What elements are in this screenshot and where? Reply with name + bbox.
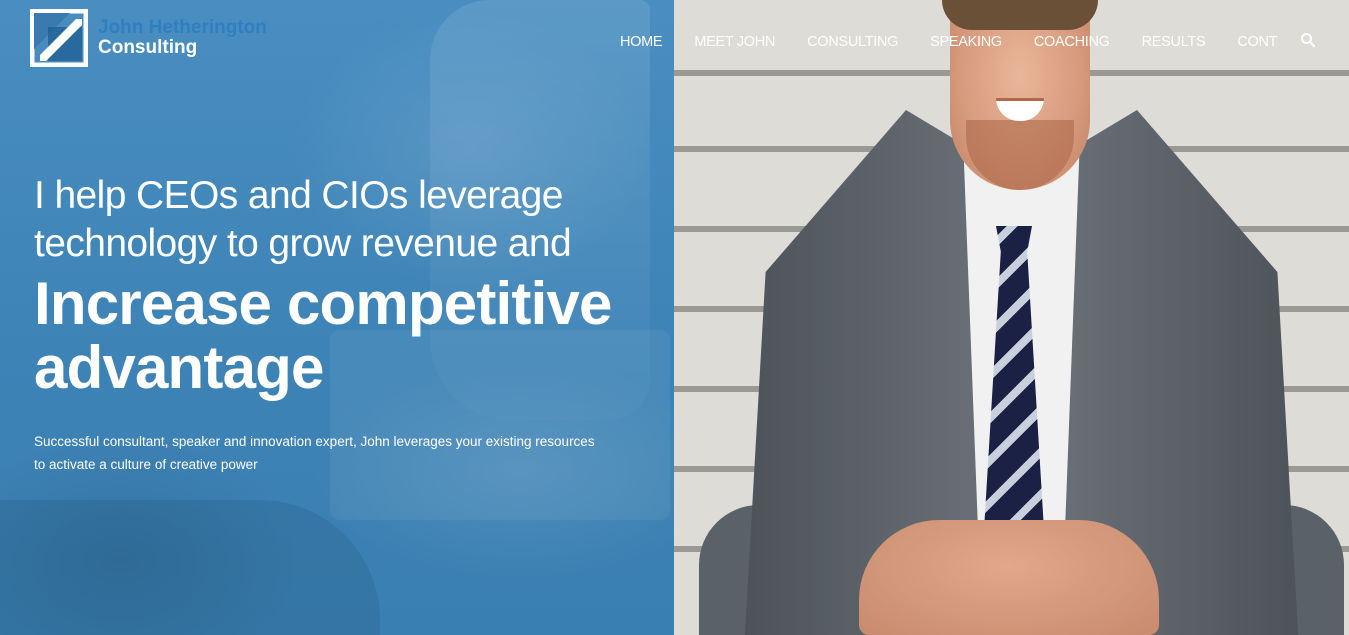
headline-line1: I help CEOs and CIOs leverage	[34, 174, 563, 217]
nav-item-coaching[interactable]: COACHING	[1034, 34, 1110, 50]
headline-bold-line1: Increase competitive	[34, 270, 612, 337]
brand-name-line2: Consulting	[98, 37, 198, 58]
subtext-line2: to activate a culture of creative power	[34, 457, 258, 472]
headline-line2: technology to grow revenue and	[34, 222, 572, 265]
hero-headline: I help CEOs and CIOs leverage technology…	[34, 172, 654, 400]
search-icon[interactable]	[1300, 32, 1316, 48]
nav-item-results[interactable]: RESULTS	[1142, 34, 1206, 50]
nav-item-consulting[interactable]: CONSULTING	[807, 34, 898, 50]
subtext-line1: Successful consultant, speaker and innov…	[34, 434, 595, 449]
nav-item-contact[interactable]: CONT	[1237, 34, 1277, 50]
nav-item-speaking[interactable]: SPEAKING	[930, 34, 1002, 50]
nav-item-meet-john[interactable]: MEET JOHN	[694, 34, 775, 50]
background-shape	[0, 500, 380, 635]
headline-bold: Increase competitive advantage	[34, 272, 654, 400]
nav-item-home[interactable]: HOME	[620, 34, 663, 50]
main-nav: HOME MEET JOHN CONSULTING SPEAKING COACH…	[620, 32, 1349, 52]
square-logo-icon	[29, 8, 89, 68]
brand-logo[interactable]: John Hetherington Consulting	[29, 8, 267, 68]
hero-photo	[674, 0, 1349, 635]
brand-name: John Hetherington Consulting	[98, 18, 267, 58]
headline-bold-line2: advantage	[34, 334, 324, 401]
hero-subtext: Successful consultant, speaker and innov…	[34, 430, 654, 476]
brand-name-line1: John Hetherington	[98, 17, 267, 38]
